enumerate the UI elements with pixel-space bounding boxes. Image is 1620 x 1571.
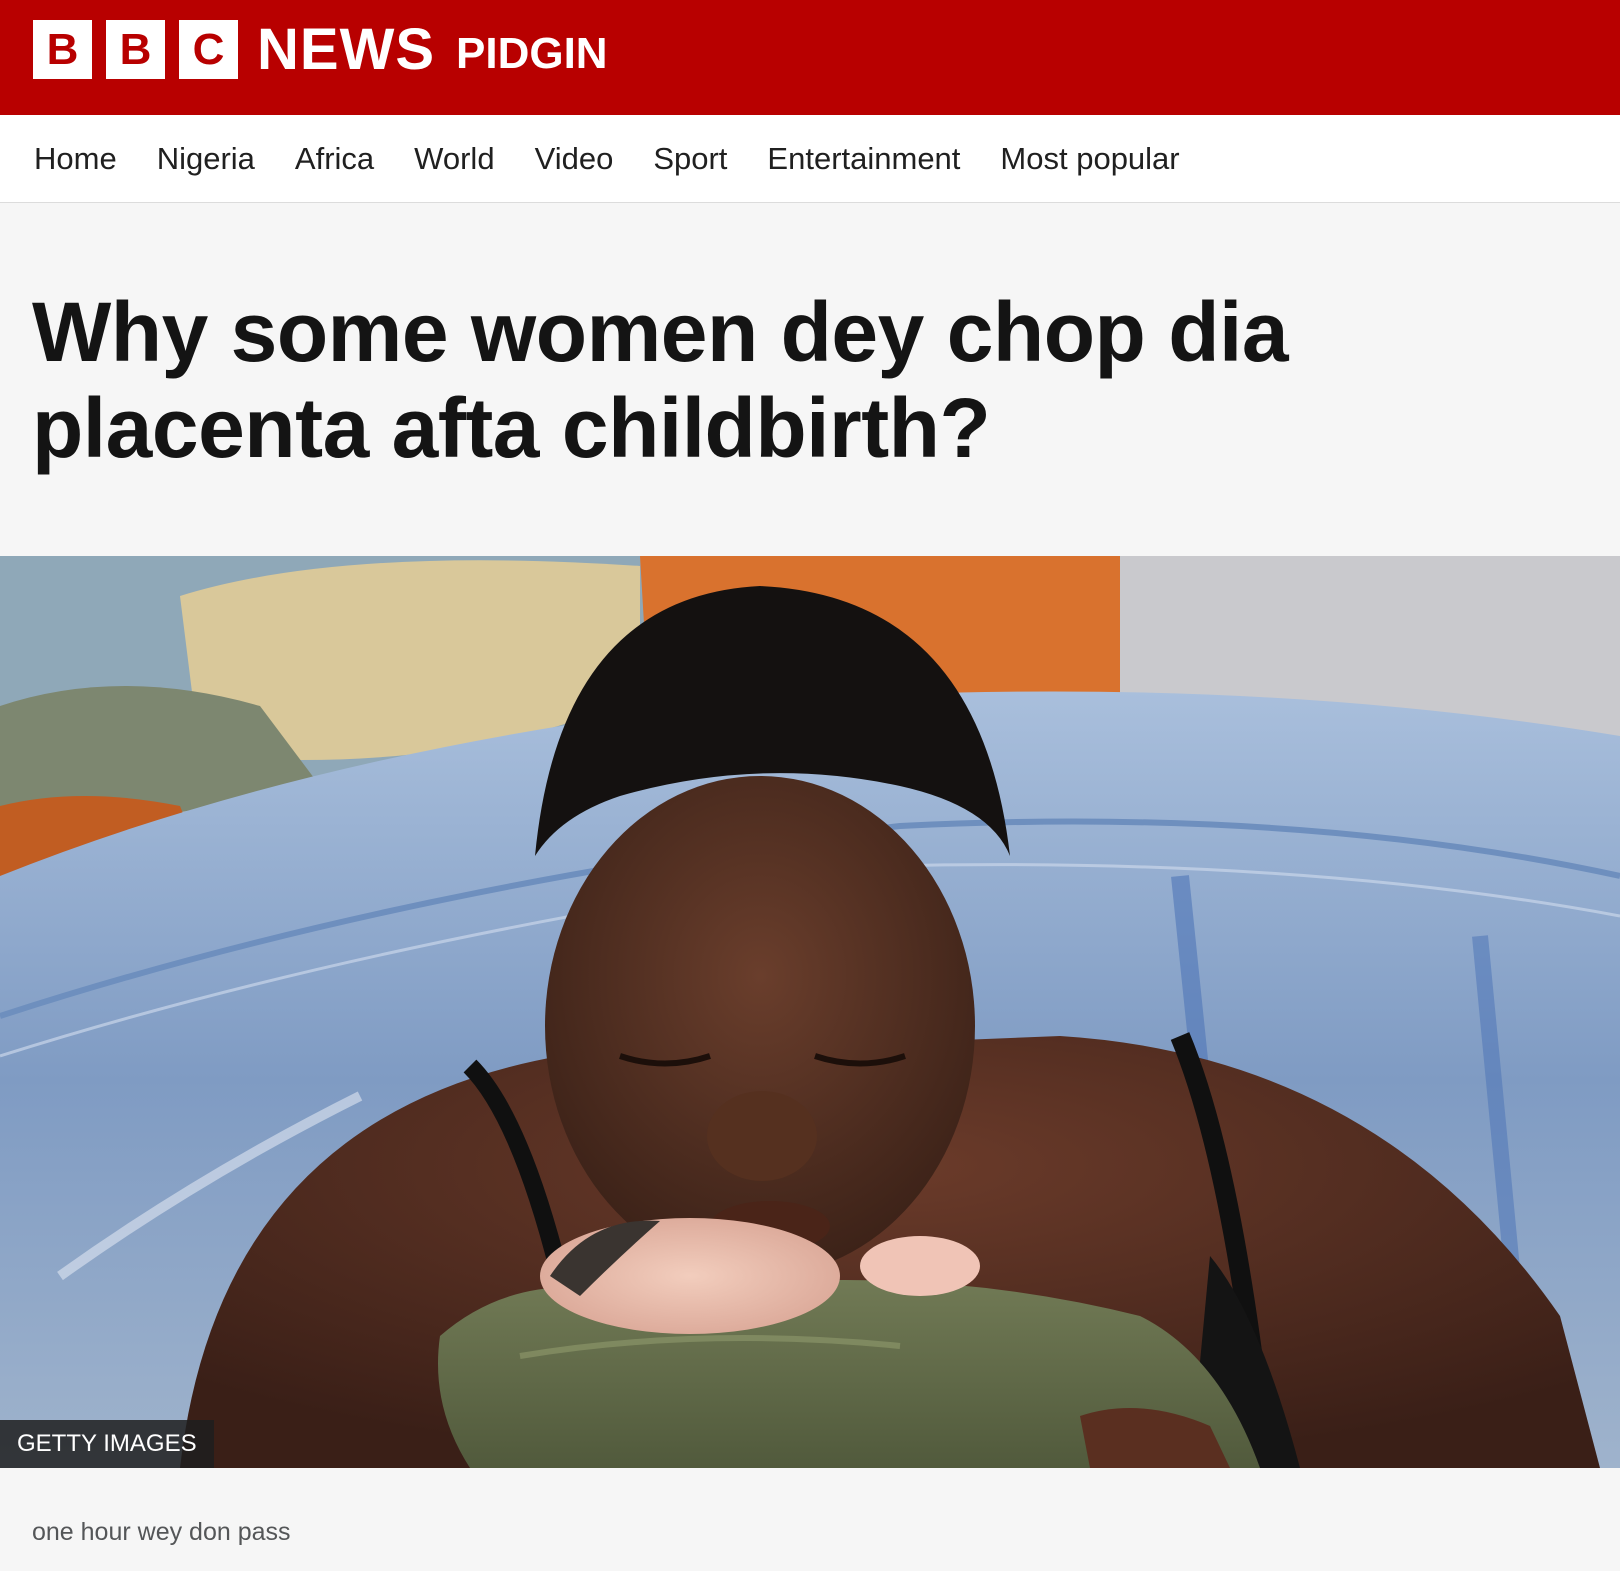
brand-service-name[interactable]: PIDGIN <box>456 26 608 82</box>
hero-photo-illustration <box>0 556 1620 1468</box>
nav-item-video[interactable]: Video <box>535 139 614 179</box>
nav-item-nigeria[interactable]: Nigeria <box>157 139 255 179</box>
bbc-logo-block-b2: B <box>106 20 165 79</box>
nav-item-sport[interactable]: Sport <box>653 139 727 179</box>
nav-item-africa[interactable]: Africa <box>295 139 374 179</box>
masthead: B B C NEWS PIDGIN <box>0 0 1620 115</box>
nav-list: Home Nigeria Africa World Video Sport En… <box>34 115 1180 202</box>
article-hero-image: GETTY IMAGES <box>0 556 1620 1468</box>
bbc-logo[interactable]: B B C <box>33 20 238 79</box>
article-headline: Why some women dey chop dia placenta aft… <box>32 285 1289 475</box>
primary-navigation: Home Nigeria Africa World Video Sport En… <box>0 115 1620 203</box>
brand-news-wordmark[interactable]: NEWS <box>257 18 435 82</box>
article-timestamp: one hour wey don pass <box>32 1518 291 1546</box>
image-credit: GETTY IMAGES <box>0 1420 214 1468</box>
nav-item-world[interactable]: World <box>414 139 494 179</box>
bbc-logo-block-b1: B <box>33 20 92 79</box>
nav-item-entertainment[interactable]: Entertainment <box>767 139 960 179</box>
bbc-logo-block-c: C <box>179 20 238 79</box>
nav-item-most-popular[interactable]: Most popular <box>1000 139 1179 179</box>
nav-item-home[interactable]: Home <box>34 139 117 179</box>
